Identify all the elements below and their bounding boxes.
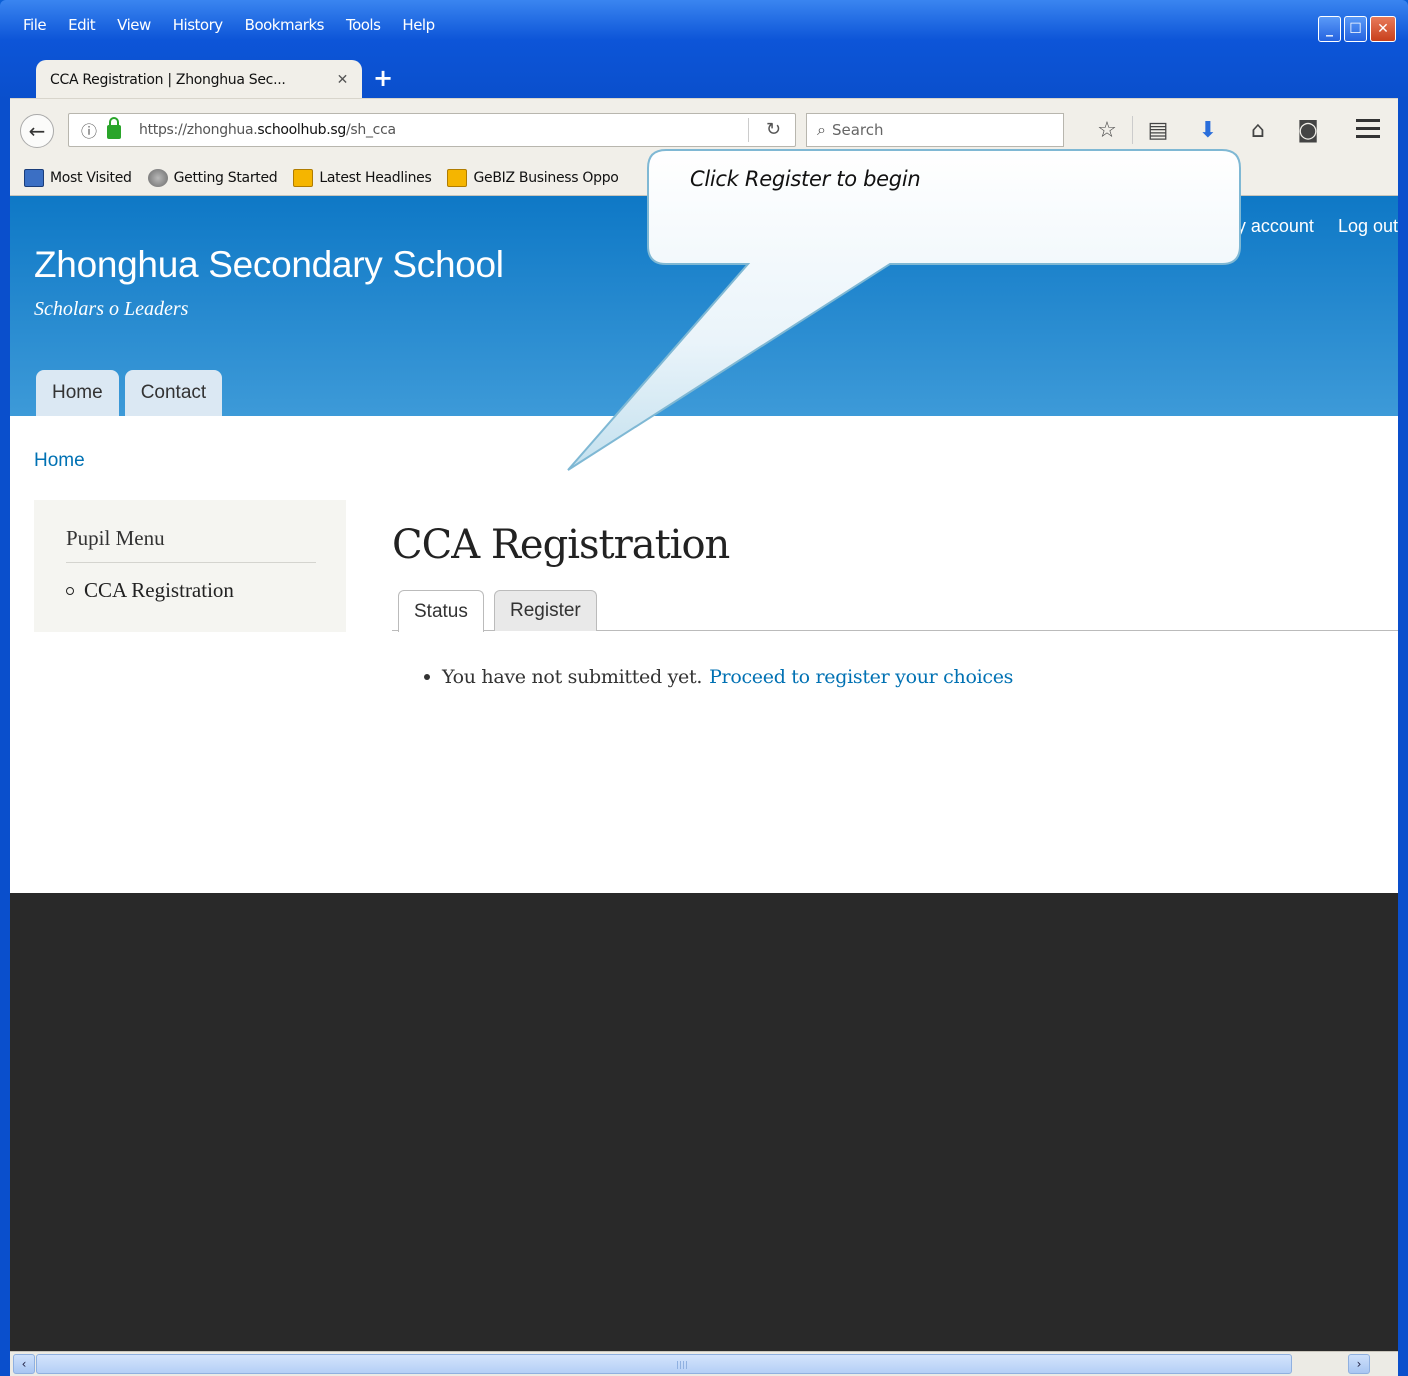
scroll-left-button[interactable]: ‹: [13, 1354, 35, 1374]
callout-shape: [567, 149, 1241, 471]
callout-text: Click Register to begin: [690, 167, 921, 191]
browser-window: File Edit View History Bookmarks Tools H…: [0, 0, 1408, 1376]
callout-bubble: [567, 149, 1241, 471]
scroll-right-button[interactable]: ›: [1348, 1354, 1370, 1374]
horizontal-scrollbar[interactable]: ‹ ›: [10, 1351, 1398, 1376]
grip-icon: [677, 1361, 689, 1369]
scroll-thumb[interactable]: [36, 1354, 1292, 1374]
